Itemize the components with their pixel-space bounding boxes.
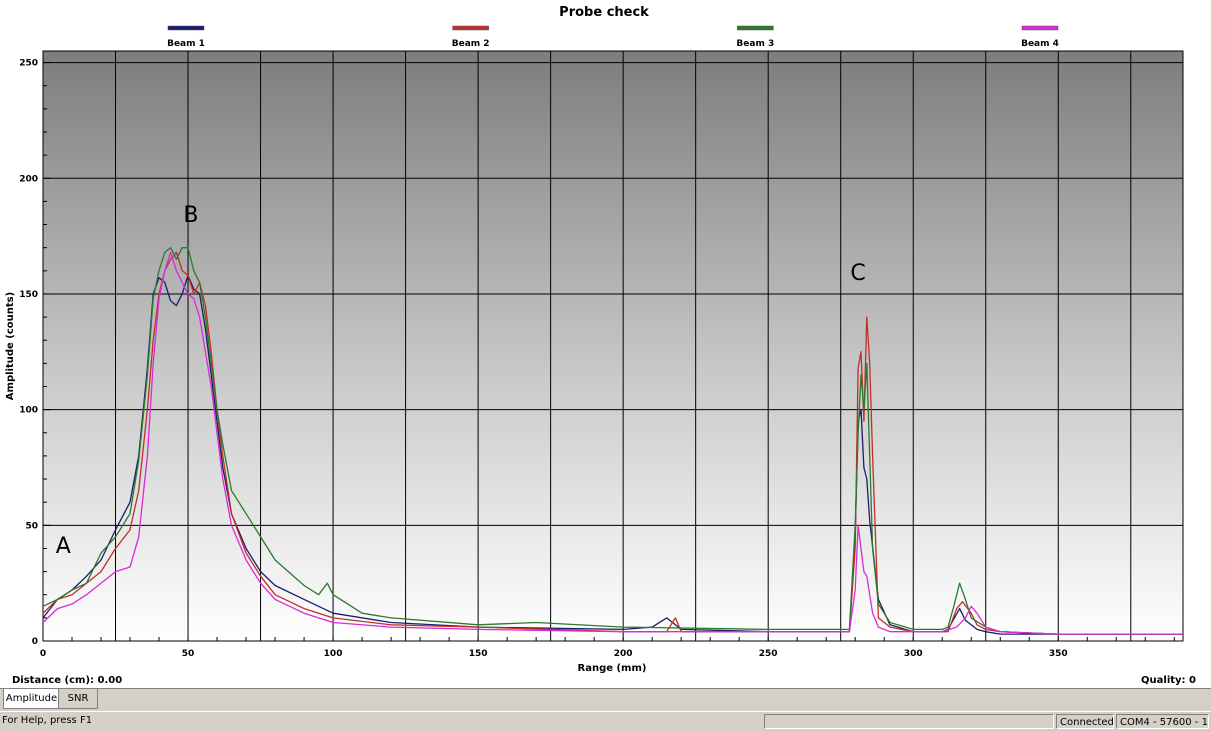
y-tick-label: 100 <box>19 406 38 416</box>
annotation-label: A <box>56 534 71 559</box>
legend-label: Beam 4 <box>1021 39 1059 49</box>
x-tick-label: 0 <box>40 649 46 659</box>
x-tick-label: 50 <box>182 649 195 659</box>
legend-swatch <box>1021 25 1059 31</box>
x-tick-label: 350 <box>1049 649 1068 659</box>
status-empty-pane <box>764 714 1054 729</box>
status-bar: For Help, press F1 Connected COM4 - 5760… <box>0 711 1211 732</box>
status-port: COM4 - 57600 - 1s <box>1116 714 1209 729</box>
status-help-text: For Help, press F1 <box>2 715 93 726</box>
y-tick-label: 0 <box>32 637 38 647</box>
annotation-label: B <box>183 203 198 228</box>
legend-swatch <box>737 25 774 31</box>
quality-readout: Quality: 0 <box>1141 675 1196 686</box>
y-tick-label: 200 <box>19 174 38 184</box>
annotation-label: C <box>850 261 865 286</box>
y-tick-label: 250 <box>19 59 38 69</box>
y-axis-label: Amplitude (counts) <box>5 292 16 400</box>
view-tabs: Amplitude SNR <box>0 688 1211 711</box>
plot-area <box>42 50 1184 642</box>
chart-title: Probe check <box>559 5 649 20</box>
x-tick-label: 300 <box>904 649 923 659</box>
y-tick-label: 50 <box>25 521 38 531</box>
x-axis-label: Range (mm) <box>578 663 647 674</box>
legend-swatch <box>452 25 489 31</box>
distance-readout: Distance (cm): 0.00 <box>12 675 122 686</box>
legend-label: Beam 2 <box>452 39 490 49</box>
x-tick-label: 150 <box>469 649 488 659</box>
legend-swatch <box>167 25 205 31</box>
status-connected: Connected <box>1056 714 1114 729</box>
probe-check-chart: 0 50 100 150 200 250 0 50 100 150 200 250 300 350 Bea… <box>0 0 1211 688</box>
tab-amplitude[interactable]: Amplitude <box>3 689 60 709</box>
y-tick-label: 150 <box>19 290 38 300</box>
legend-label: Beam 1 <box>167 39 205 49</box>
x-tick-label: 250 <box>759 649 778 659</box>
x-tick-label: 200 <box>614 649 633 659</box>
tab-snr[interactable]: SNR <box>58 689 98 709</box>
x-tick-label: 100 <box>324 649 343 659</box>
legend-label: Beam 3 <box>736 39 774 49</box>
